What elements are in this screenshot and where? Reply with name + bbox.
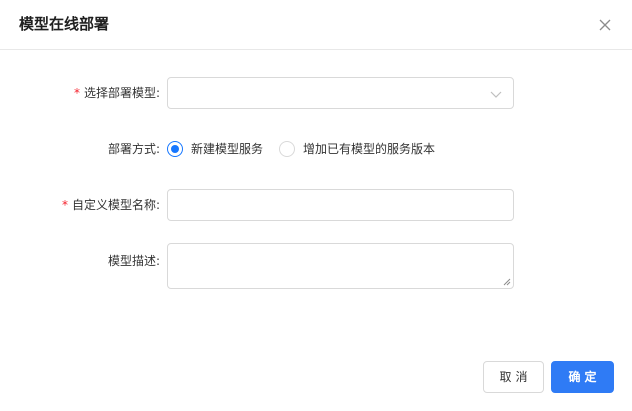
model-select-label: * 选择部署模型: — [74, 85, 160, 101]
model-name-label-text: 自定义模型名称: — [71, 198, 160, 212]
deploy-mode-radio-group: 新建模型服务 增加已有模型的服务版本 — [167, 141, 451, 157]
deploy-model-dialog: 模型在线部署 * 选择部署模型: 部署方式: 新建模型服务 增加已有模型的服务版本 — [0, 0, 632, 411]
cancel-button[interactable]: 取消 — [483, 361, 544, 393]
resize-handle-icon[interactable] — [503, 278, 511, 286]
form-row-model-select: * 选择部署模型: — [0, 77, 632, 109]
confirm-button[interactable]: 确定 — [551, 361, 614, 393]
form-row-deploy-mode: 部署方式: 新建模型服务 增加已有模型的服务版本 — [0, 141, 632, 157]
radio-add-service-version-label: 增加已有模型的服务版本 — [303, 142, 436, 156]
required-mark: * — [73, 86, 80, 100]
dialog-title: 模型在线部署 — [19, 15, 110, 33]
close-icon[interactable] — [598, 18, 612, 32]
model-desc-label: 模型描述: — [107, 254, 160, 268]
deploy-mode-label: 部署方式: — [107, 142, 160, 156]
model-name-label: * 自定义模型名称: — [62, 197, 160, 213]
model-select[interactable] — [167, 77, 514, 109]
radio-new-model-service[interactable]: 新建模型服务 — [167, 141, 263, 157]
dialog-header: 模型在线部署 — [0, 0, 632, 50]
model-name-input[interactable] — [167, 189, 514, 221]
form-row-model-desc: 模型描述: — [0, 243, 632, 289]
model-desc-textarea[interactable] — [167, 243, 514, 289]
radio-add-service-version[interactable]: 增加已有模型的服务版本 — [279, 141, 435, 157]
chevron-down-icon — [490, 91, 502, 98]
radio-checked-icon — [167, 141, 183, 157]
form-row-model-name: * 自定义模型名称: — [0, 189, 632, 221]
radio-new-model-service-label: 新建模型服务 — [191, 142, 264, 156]
required-mark: * — [61, 198, 68, 212]
model-select-label-text: 选择部署模型: — [83, 86, 160, 100]
radio-unchecked-icon — [279, 141, 296, 157]
